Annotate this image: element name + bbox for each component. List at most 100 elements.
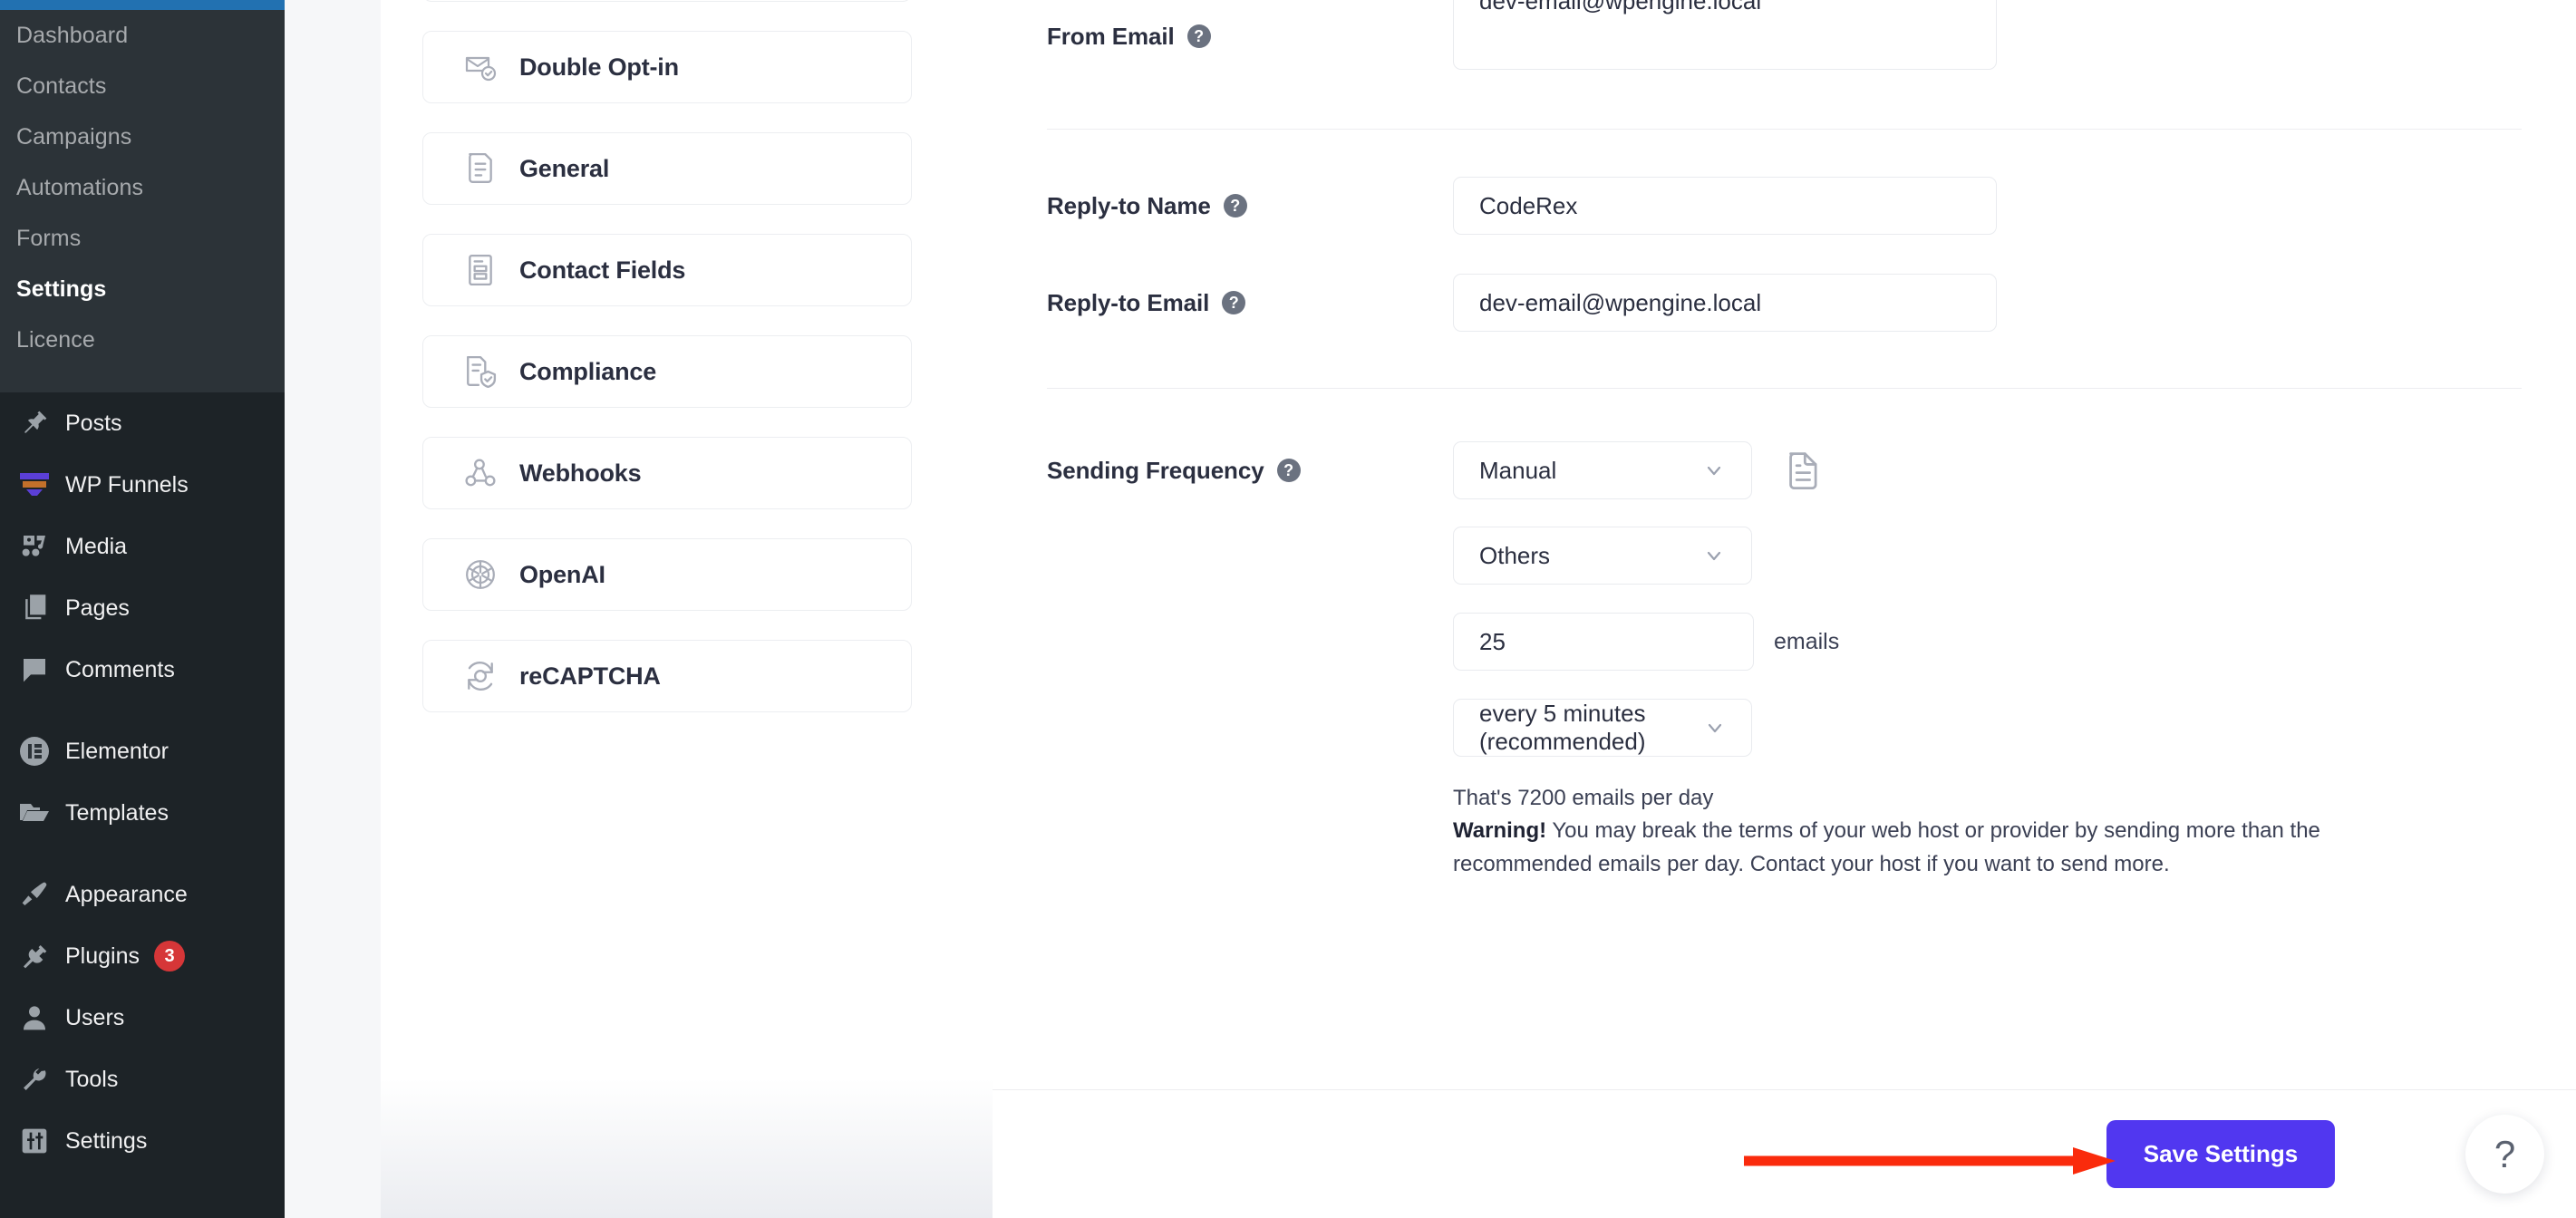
- frequency-mode-line: Manual: [1453, 441, 2423, 499]
- settings-nav-card-general[interactable]: General: [422, 132, 912, 205]
- sending-interval-select[interactable]: every 5 minutes (recommended): [1453, 699, 1752, 757]
- email-amount-unit-label: emails: [1774, 628, 1840, 654]
- help-icon[interactable]: ?: [1186, 24, 1211, 48]
- plug-icon: [15, 938, 54, 974]
- help-icon[interactable]: ?: [1222, 291, 1246, 314]
- submenu-item-settings[interactable]: Settings: [0, 264, 285, 314]
- menu-item-posts[interactable]: Posts: [0, 392, 285, 454]
- reply-to-name-label: Reply-to Name: [1047, 191, 1211, 219]
- elementor-icon: [15, 733, 54, 769]
- menu-item-templates[interactable]: Templates: [0, 782, 285, 844]
- submenu-item-campaigns[interactable]: Campaigns: [0, 111, 285, 162]
- submenu-item-automations[interactable]: Automations: [0, 162, 285, 213]
- settings-nav-card-partial[interactable]: [422, 0, 912, 2]
- reply-to-name-input[interactable]: CodeRex: [1453, 177, 1997, 235]
- submenu-item-contacts[interactable]: Contacts: [0, 61, 285, 111]
- settings-nav-card-recaptcha[interactable]: reCAPTCHA: [422, 640, 912, 712]
- settings-nav-label: OpenAI: [519, 560, 605, 588]
- sending-frequency-label-group: Sending Frequency ?: [1047, 441, 1453, 499]
- reply-to-email-input[interactable]: dev-email@wpengine.local: [1453, 274, 1997, 332]
- menu-item-appearance[interactable]: Appearance: [0, 864, 285, 925]
- frequency-provider-line: Others: [1453, 527, 2423, 585]
- section-divider: [1047, 388, 2522, 389]
- submenu-item-forms[interactable]: Forms: [0, 213, 285, 264]
- field-row-from-email: From Email ? dev-email@wpengine.local: [993, 0, 2576, 72]
- menu-item-tools[interactable]: Tools: [0, 1049, 285, 1110]
- menu-label: Settings: [65, 1127, 148, 1154]
- menu-item-elementor[interactable]: Elementor: [0, 720, 285, 782]
- document-icon: [461, 150, 499, 188]
- menu-label: Pages: [65, 594, 130, 621]
- section-divider: [1047, 129, 2522, 130]
- pages-icon: [15, 590, 54, 626]
- plugins-update-badge: 3: [154, 941, 185, 972]
- settings-nav-label: Contact Fields: [519, 256, 686, 284]
- menu-label: Appearance: [65, 881, 188, 907]
- paintbrush-icon: [15, 876, 54, 913]
- help-icon[interactable]: ?: [1223, 194, 1247, 218]
- from-email-label-group: From Email ?: [1047, 0, 1453, 72]
- menu-separator: [0, 701, 285, 720]
- wp-main-menu: Posts WP Funnels Media Pages Comments El…: [0, 392, 285, 1172]
- settings-nav-card-webhooks[interactable]: Webhooks: [422, 437, 912, 509]
- chevron-down-icon: [1702, 544, 1726, 567]
- menu-separator: [0, 844, 285, 864]
- frequency-note-block: That's 7200 emails per day Warning! You …: [1453, 782, 2423, 881]
- email-amount-input[interactable]: 25: [1453, 613, 1754, 671]
- submenu-item-dashboard[interactable]: Dashboard: [0, 10, 285, 61]
- menu-label: Elementor: [65, 738, 169, 764]
- submenu-item-licence[interactable]: Licence: [0, 314, 285, 365]
- field-row-sending-frequency: Sending Frequency ? Manual Others 25 ema…: [993, 441, 2576, 881]
- help-icon[interactable]: ?: [1276, 459, 1301, 482]
- settings-nav-card-double-opt-in[interactable]: Double Opt-in: [422, 31, 912, 103]
- help-floating-button[interactable]: ?: [2465, 1115, 2544, 1194]
- menu-item-comments[interactable]: Comments: [0, 639, 285, 701]
- reply-to-name-label-group: Reply-to Name ?: [1047, 177, 1453, 235]
- settings-nav-card-list: Double Opt-in General Contact Fields Com…: [422, 0, 912, 741]
- menu-item-pages[interactable]: Pages: [0, 577, 285, 639]
- settings-footer-bar: Save Settings ?: [993, 1089, 2576, 1218]
- save-settings-button[interactable]: Save Settings: [2106, 1120, 2335, 1188]
- field-row-reply-to-email: Reply-to Email ? dev-email@wpengine.loca…: [993, 274, 2576, 332]
- from-email-input[interactable]: dev-email@wpengine.local: [1453, 0, 1997, 70]
- menu-item-users[interactable]: Users: [0, 987, 285, 1049]
- menu-item-settings[interactable]: Settings: [0, 1110, 285, 1172]
- wp-admin-sidebar: Dashboard Contacts Campaigns Automations…: [0, 0, 285, 1218]
- menu-label: Comments: [65, 656, 175, 682]
- webhook-icon: [461, 454, 499, 492]
- submenu-label: Licence: [16, 326, 95, 353]
- sliders-icon: [15, 1123, 54, 1159]
- submenu-label: Forms: [16, 225, 82, 251]
- settings-nav-card-contact-fields[interactable]: Contact Fields: [422, 234, 912, 306]
- settings-nav-column: Double Opt-in General Contact Fields Com…: [381, 0, 1041, 1218]
- settings-nav-label: reCAPTCHA: [519, 662, 661, 690]
- plugin-submenu: Dashboard Contacts Campaigns Automations…: [0, 10, 285, 392]
- reply-to-name-value: CodeRex: [1479, 191, 1578, 219]
- reply-to-email-label: Reply-to Email: [1047, 288, 1210, 316]
- menu-label: WP Funnels: [65, 471, 189, 498]
- settings-nav-card-openai[interactable]: OpenAI: [422, 538, 912, 611]
- email-provider-value: Others: [1479, 541, 1551, 569]
- chevron-down-icon: [1702, 459, 1726, 482]
- settings-nav-label: Compliance: [519, 357, 657, 385]
- sending-frequency-label: Sending Frequency: [1047, 456, 1264, 484]
- sending-mode-select[interactable]: Manual: [1453, 441, 1752, 499]
- frequency-warning: Warning! You may break the terms of your…: [1453, 815, 2423, 881]
- settings-nav-card-compliance[interactable]: Compliance: [422, 335, 912, 408]
- submenu-label: Campaigns: [16, 123, 132, 150]
- submenu-label: Settings: [16, 276, 107, 302]
- funnel-icon: [15, 467, 54, 503]
- wp-admin-screen: Dashboard Contacts Campaigns Automations…: [0, 0, 2576, 1218]
- email-provider-select[interactable]: Others: [1453, 527, 1752, 585]
- menu-item-wp-funnels[interactable]: WP Funnels: [0, 454, 285, 516]
- submenu-label: Automations: [16, 174, 144, 200]
- email-template-icon[interactable]: [1785, 451, 1823, 489]
- warning-label: Warning!: [1453, 818, 1547, 844]
- email-amount-value: 25: [1479, 627, 1506, 655]
- menu-label: Tools: [65, 1066, 119, 1092]
- menu-item-media[interactable]: Media: [0, 516, 285, 577]
- menu-item-plugins[interactable]: Plugins 3: [0, 925, 285, 987]
- menu-label: Plugins: [65, 942, 140, 969]
- recaptcha-icon: [461, 657, 499, 695]
- emails-per-day-summary: That's 7200 emails per day: [1453, 786, 1714, 810]
